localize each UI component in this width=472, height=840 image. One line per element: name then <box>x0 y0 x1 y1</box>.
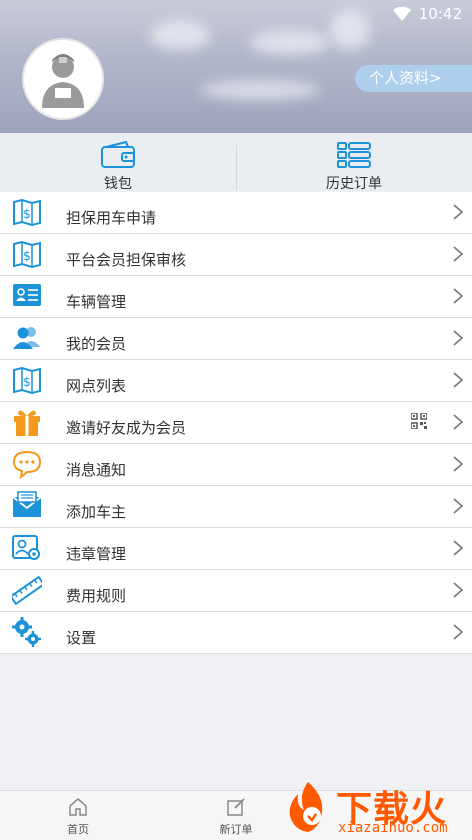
chevron-right-icon <box>453 456 464 472</box>
map-dollar-icon: $ <box>13 198 41 227</box>
wallet-label: 钱包 <box>104 176 132 192</box>
chevron-right-icon <box>453 246 464 262</box>
menu-item-invite-friends[interactable]: 邀请好友成为会员 <box>0 402 472 444</box>
wallet-icon <box>101 141 135 168</box>
menu-item-outlet-list[interactable]: $ 网点列表 <box>0 360 472 402</box>
menu-item-label: 设置 <box>66 629 97 647</box>
chevron-right-icon <box>453 372 464 388</box>
profile-header: 10:42 个人资料> <box>0 0 472 133</box>
menu-item-vehicle-management[interactable]: 车辆管理 <box>0 276 472 318</box>
menu-item-guarantee-review[interactable]: $ 平台会员担保审核 <box>0 234 472 276</box>
chat-bubble-icon <box>12 450 42 479</box>
profile-button[interactable]: 个人资料> <box>355 65 472 92</box>
svg-text:$: $ <box>23 249 31 263</box>
svg-text:$: $ <box>23 207 31 221</box>
menu-item-label: 违章管理 <box>66 545 127 563</box>
order-history-label: 历史订单 <box>326 176 382 192</box>
tab-home-label: 首页 <box>67 823 89 836</box>
menu-item-label: 车辆管理 <box>66 293 127 311</box>
watermark-flame-logo <box>289 782 323 832</box>
profile-settings-icon <box>12 535 40 560</box>
avatar[interactable] <box>22 38 104 120</box>
members-icon <box>13 327 40 349</box>
chevron-right-icon <box>453 582 464 598</box>
menu-item-label: 平台会员担保审核 <box>66 251 187 269</box>
user-avatar-icon <box>42 54 84 108</box>
menu-item-label: 担保用车申请 <box>66 209 157 227</box>
menu-item-notifications[interactable]: 消息通知 <box>0 444 472 486</box>
menu-item-label: 我的会员 <box>66 335 127 353</box>
bokeh-light <box>250 30 330 55</box>
tab-new-order[interactable]: 新订单 <box>186 791 286 840</box>
menu-item-label: 网点列表 <box>66 377 127 395</box>
svg-text:$: $ <box>23 375 31 389</box>
bokeh-light <box>330 10 370 50</box>
menu-item-label: 邀请好友成为会员 <box>66 419 187 437</box>
envelope-icon <box>12 491 42 517</box>
tab-new-order-label: 新订单 <box>219 823 253 836</box>
status-bar: 10:42 <box>392 3 462 25</box>
tab-home[interactable]: 首页 <box>28 791 128 840</box>
menu-item-violation-management[interactable]: 违章管理 <box>0 528 472 570</box>
menu-item-fee-rules[interactable]: 费用规则 <box>0 570 472 612</box>
qr-code-icon[interactable] <box>411 413 427 429</box>
menu-list: $ 担保用车申请 $ 平台会员担保审核 车辆管理 我的会员 $ 网点列表 邀请好… <box>0 192 472 654</box>
profile-button-label: 个人资料> <box>369 69 442 87</box>
menu-item-my-members[interactable]: 我的会员 <box>0 318 472 360</box>
order-list-icon <box>337 142 371 168</box>
watermark-url: xiazaihuo.com <box>338 820 448 836</box>
status-time: 10:42 <box>418 5 462 23</box>
bokeh-light <box>150 20 210 50</box>
gears-icon <box>12 617 41 647</box>
chevron-right-icon <box>453 498 464 514</box>
gift-icon <box>14 410 40 436</box>
menu-item-settings[interactable]: 设置 <box>0 612 472 654</box>
map-dollar-icon: $ <box>13 240 41 269</box>
watermark: 下载火 xiazaihuo.com <box>278 778 472 839</box>
menu-item-label: 费用规则 <box>66 587 127 605</box>
menu-item-guarantee-apply[interactable]: $ 担保用车申请 <box>0 192 472 234</box>
menu-item-add-owner[interactable]: 添加车主 <box>0 486 472 528</box>
quick-actions: 钱包 历史订单 <box>0 133 472 192</box>
wallet-button[interactable]: 钱包 <box>0 133 236 192</box>
chevron-right-icon <box>453 624 464 640</box>
wifi-icon <box>392 7 411 21</box>
menu-item-label: 添加车主 <box>66 503 127 521</box>
chevron-right-icon <box>453 288 464 304</box>
chevron-right-icon <box>453 204 464 220</box>
map-dollar-icon: $ <box>13 366 41 395</box>
edit-icon <box>227 798 245 816</box>
chevron-right-icon <box>453 414 464 430</box>
bokeh-light <box>200 80 320 100</box>
chevron-right-icon <box>453 330 464 346</box>
id-card-icon <box>13 284 41 306</box>
home-icon <box>69 798 87 816</box>
ruler-icon <box>12 575 42 605</box>
order-history-button[interactable]: 历史订单 <box>236 133 472 192</box>
menu-item-label: 消息通知 <box>66 461 127 479</box>
chevron-right-icon <box>453 540 464 556</box>
